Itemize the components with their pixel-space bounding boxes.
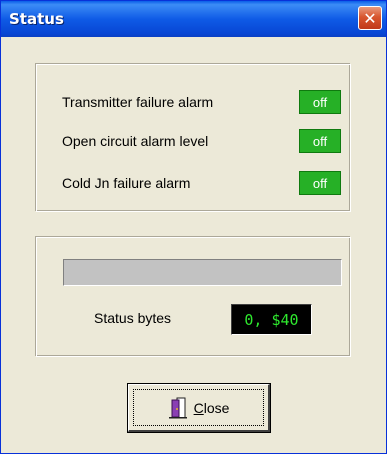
title-bar[interactable]: Status ✕ <box>1 1 386 37</box>
status-dialog: Status ✕ Transmitter failure alarm off O… <box>0 0 387 454</box>
cold-jn-failure-indicator: off <box>299 171 341 195</box>
alarm-label-transmitter-failure: Transmitter failure alarm <box>62 94 214 110</box>
transmitter-failure-indicator: off <box>299 90 341 114</box>
indicator-text: off <box>312 94 328 110</box>
status-bytes-display: 0, $40 <box>231 304 312 335</box>
close-button-focus-rect: Close <box>133 389 264 426</box>
status-group <box>36 237 351 357</box>
window-title: Status <box>9 10 64 28</box>
close-button[interactable]: Close <box>127 383 271 433</box>
close-icon: ✕ <box>363 8 377 28</box>
alarm-label-open-circuit: Open circuit alarm level <box>62 133 209 149</box>
indicator-text: off <box>312 133 328 149</box>
status-bytes-label: Status bytes <box>94 310 172 326</box>
title-close-button[interactable]: ✕ <box>358 6 382 30</box>
status-bytes-value: 0, $40 <box>244 310 299 329</box>
alarm-label-cold-jn-failure: Cold Jn failure alarm <box>62 175 191 191</box>
door-exit-icon <box>168 397 187 418</box>
status-progress-bar <box>63 259 342 286</box>
close-button-label: Close <box>193 399 230 416</box>
open-circuit-indicator: off <box>299 129 341 153</box>
indicator-text: off <box>312 175 328 191</box>
